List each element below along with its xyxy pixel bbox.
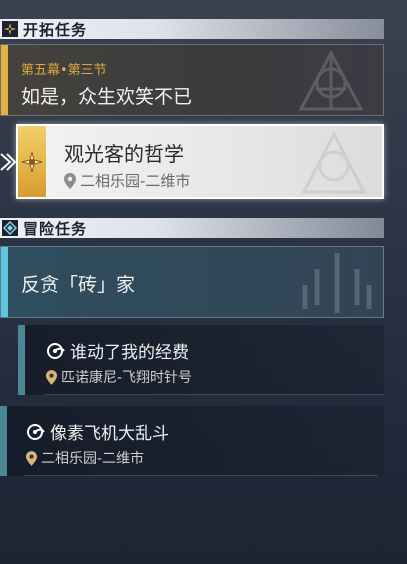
quest-chapter: 第五幕•第三节 — [21, 63, 107, 78]
quest-emblem-watermark-icon — [301, 130, 367, 194]
quest-accent-bar — [1, 45, 8, 115]
diamond-star-icon — [2, 220, 18, 236]
location-text: 匹诺康尼-飞翔时针号 — [61, 370, 193, 386]
quest-card-selected[interactable]: 观光客的哲学 二相乐园-二维市 — [16, 124, 384, 199]
quest-card-sub[interactable]: 像素飞机大乱斗 二相乐园-二维市 — [0, 406, 384, 476]
quest-title: 观光客的哲学 — [64, 142, 184, 166]
section-title: 开拓任务 — [23, 20, 88, 39]
location-pin-icon — [26, 450, 37, 466]
divider — [44, 394, 384, 395]
quest-accent-bar — [1, 247, 8, 317]
quest-accent-bar — [18, 325, 25, 395]
quest-location: 匹诺康尼-飞翔时针号 — [46, 367, 192, 387]
quest-location: 二相乐园-二维市 — [26, 448, 144, 468]
quest-card-main-story[interactable]: 第五幕•第三节 如是，众生欢笑不已 — [0, 44, 384, 116]
quest-title: 像素飞机大乱斗 — [50, 424, 169, 444]
location-text: 二相乐园-二维市 — [41, 451, 145, 467]
quest-title: 如是，众生欢笑不已 — [21, 86, 193, 108]
section-header-trailblaze: 开拓任务 — [0, 19, 384, 39]
quest-title: 反贪「砖」家 — [21, 274, 136, 296]
quest-title: 谁动了我的经费 — [70, 343, 189, 363]
adventure-emblem-watermark-icon — [302, 253, 372, 313]
section-title: 冒险任务 — [23, 219, 88, 238]
location-pin-icon — [64, 172, 76, 189]
quest-location: 二相乐园-二维市 — [64, 170, 190, 191]
quest-emblem-watermark-icon — [298, 49, 364, 111]
spiral-icon — [27, 423, 45, 440]
location-pin-icon — [46, 369, 57, 385]
location-text: 二相乐园-二维市 — [80, 172, 191, 190]
quest-title-row: 谁动了我的经费 — [46, 338, 189, 363]
quest-accent-bar — [0, 406, 7, 476]
quest-card-adventure[interactable]: 反贪「砖」家 — [0, 246, 384, 318]
compass-star-icon — [2, 21, 18, 37]
section-header-adventure: 冒险任务 — [0, 218, 384, 238]
spiral-icon — [47, 342, 65, 359]
divider — [24, 475, 378, 476]
trailblaze-emblem-icon — [18, 126, 46, 197]
quest-title-row: 像素飞机大乱斗 — [26, 419, 169, 444]
quest-card-sub[interactable]: 谁动了我的经费 匹诺康尼-飞翔时针号 — [18, 325, 384, 395]
selection-arrow-icon — [0, 153, 16, 171]
